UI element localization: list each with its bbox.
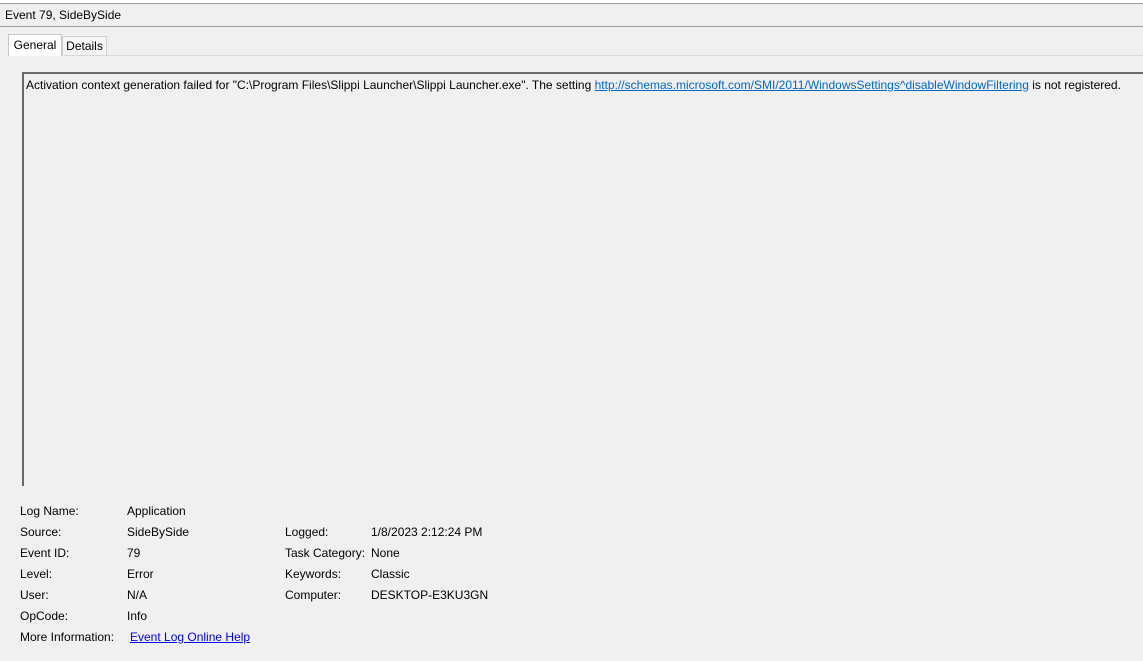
event-log-online-help-link[interactable]: Event Log Online Help bbox=[130, 630, 250, 644]
event-id-value: 79 bbox=[127, 546, 141, 560]
opcode-label: OpCode: bbox=[20, 609, 69, 623]
tab-general[interactable]: General bbox=[8, 34, 62, 56]
logged-label: Logged: bbox=[285, 525, 329, 539]
task-category-label: Task Category: bbox=[285, 546, 366, 560]
schema-setting-link[interactable]: http://schemas.microsoft.com/SMI/2011/Wi… bbox=[595, 78, 1029, 92]
source-label: Source: bbox=[20, 525, 62, 539]
log-name-label: Log Name: bbox=[20, 504, 79, 518]
keywords-value: Classic bbox=[371, 567, 410, 581]
event-description-box[interactable]: Activation context generation failed for… bbox=[22, 72, 1143, 486]
user-label: User: bbox=[20, 588, 49, 602]
description-suffix: is not registered. bbox=[1028, 78, 1121, 92]
computer-label: Computer: bbox=[285, 588, 342, 602]
event-title: Event 79, SideBySide bbox=[5, 8, 122, 22]
source-value: SideBySide bbox=[127, 525, 190, 539]
event-description: Activation context generation failed for… bbox=[26, 78, 1121, 92]
keywords-label: Keywords: bbox=[285, 567, 342, 581]
opcode-value: Info bbox=[127, 609, 148, 623]
event-header: Event 79, SideBySide bbox=[0, 4, 1143, 27]
logged-value: 1/8/2023 2:12:24 PM bbox=[371, 525, 483, 539]
task-category-value: None bbox=[371, 546, 400, 560]
description-prefix: Activation context generation failed for… bbox=[26, 78, 595, 92]
level-label: Level: bbox=[20, 567, 53, 581]
tab-details[interactable]: Details bbox=[62, 36, 107, 55]
event-id-label: Event ID: bbox=[20, 546, 70, 560]
more-information-label: More Information: bbox=[20, 630, 115, 644]
user-value: N/A bbox=[127, 588, 148, 602]
computer-value: DESKTOP-E3KU3GN bbox=[371, 588, 489, 602]
log-name-value: Application bbox=[127, 504, 186, 518]
level-value: Error bbox=[127, 567, 154, 581]
tab-divider bbox=[8, 55, 1143, 56]
